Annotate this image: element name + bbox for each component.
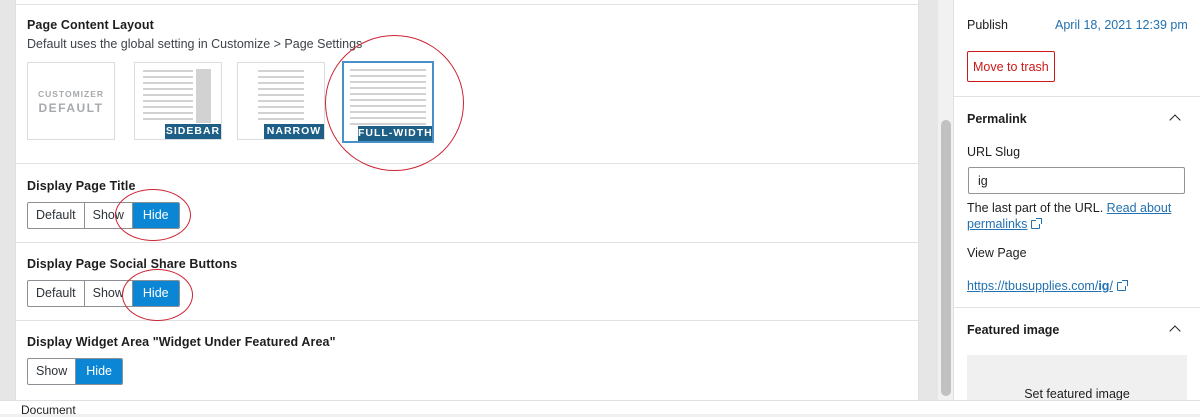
social-section-title: Display Page Social Share Buttons — [27, 257, 238, 271]
divider — [954, 307, 1200, 308]
chevron-up-icon[interactable] — [1169, 325, 1181, 337]
layout-preview-lines — [350, 69, 426, 129]
set-featured-image-button[interactable]: Set featured image — [967, 355, 1187, 400]
url-slug-input[interactable] — [968, 167, 1185, 194]
url-slug-label: URL Slug — [967, 145, 1021, 159]
publish-date-link[interactable]: April 18, 2021 12:39 pm — [1055, 18, 1188, 32]
narrow-tag: NARROW — [264, 124, 324, 139]
page-url-link[interactable]: https://tbusupplies.com/ig/ — [967, 279, 1128, 293]
social-default-button[interactable]: Default — [28, 281, 85, 306]
editor-footer: Document — [0, 400, 1200, 417]
page-title-hide-button[interactable]: Hide — [132, 203, 179, 228]
layout-option-narrow[interactable]: NARROW — [237, 62, 325, 140]
set-featured-image-label: Set featured image — [1024, 387, 1130, 400]
widget-button-group: Show Hide — [27, 358, 123, 385]
featured-image-panel-title[interactable]: Featured image — [967, 323, 1059, 337]
breadcrumb[interactable]: Document — [21, 403, 76, 417]
layout-option-customizer-default[interactable]: CUSTOMIZER DEFAULT — [27, 62, 115, 140]
page-url-slug: ig — [1098, 279, 1110, 293]
widget-section-title: Display Widget Area "Widget Under Featur… — [27, 335, 336, 349]
divider — [954, 96, 1200, 97]
permalink-help-line2: permalinks — [967, 217, 1043, 231]
layout-preview-sidebar — [196, 69, 211, 123]
layout-section-title: Page Content Layout — [27, 18, 154, 32]
settings-sidebar: Publish April 18, 2021 12:39 pm Move to … — [953, 0, 1200, 400]
layout-option-full-width[interactable]: FULL-WIDTH — [342, 61, 434, 143]
layout-section-description: Default uses the global setting in Custo… — [27, 37, 363, 51]
scrollbar-thumb[interactable] — [941, 120, 951, 396]
layout-preview-lines — [143, 70, 193, 124]
page-settings-panel: Page Content Layout Default uses the glo… — [15, 0, 919, 400]
external-link-icon — [1116, 280, 1128, 291]
divider — [16, 163, 918, 164]
permalink-help: The last part of the URL. Read about — [967, 201, 1171, 215]
widget-show-button[interactable]: Show — [28, 359, 77, 384]
page-title-button-group: Default Show Hide — [27, 202, 180, 229]
permalinks-link[interactable]: permalinks — [967, 217, 1027, 231]
widget-hide-button[interactable]: Hide — [76, 359, 122, 384]
divider — [16, 4, 918, 5]
move-to-trash-button[interactable]: Move to trash — [967, 51, 1055, 82]
divider — [16, 242, 918, 243]
page-url-suffix: / — [1109, 279, 1113, 293]
external-link-icon — [1031, 218, 1043, 229]
page-title-section-title: Display Page Title — [27, 179, 136, 193]
publish-label: Publish — [967, 18, 1008, 32]
social-hide-button[interactable]: Hide — [132, 281, 179, 306]
sidebar-tag: SIDEBAR — [165, 124, 221, 139]
read-about-link[interactable]: Read about — [1107, 201, 1172, 215]
page-url-prefix: https://tbusupplies.com/ — [967, 279, 1099, 293]
default-label: DEFAULT — [38, 101, 104, 115]
customizer-label: CUSTOMIZER — [37, 89, 105, 99]
page-title-default-button[interactable]: Default — [28, 203, 85, 228]
permalink-help-text: The last part of the URL. — [967, 201, 1104, 215]
social-show-button[interactable]: Show — [85, 281, 133, 306]
permalink-panel-title[interactable]: Permalink — [967, 112, 1027, 126]
chevron-up-icon[interactable] — [1169, 114, 1181, 126]
layout-preview-lines — [258, 70, 304, 124]
layout-option-sidebar[interactable]: SIDEBAR — [134, 62, 222, 140]
view-page-label: View Page — [967, 246, 1027, 260]
full-width-tag: FULL-WIDTH — [358, 126, 433, 141]
social-button-group: Default Show Hide — [27, 280, 180, 307]
divider — [16, 320, 918, 321]
page-title-show-button[interactable]: Show — [85, 203, 133, 228]
